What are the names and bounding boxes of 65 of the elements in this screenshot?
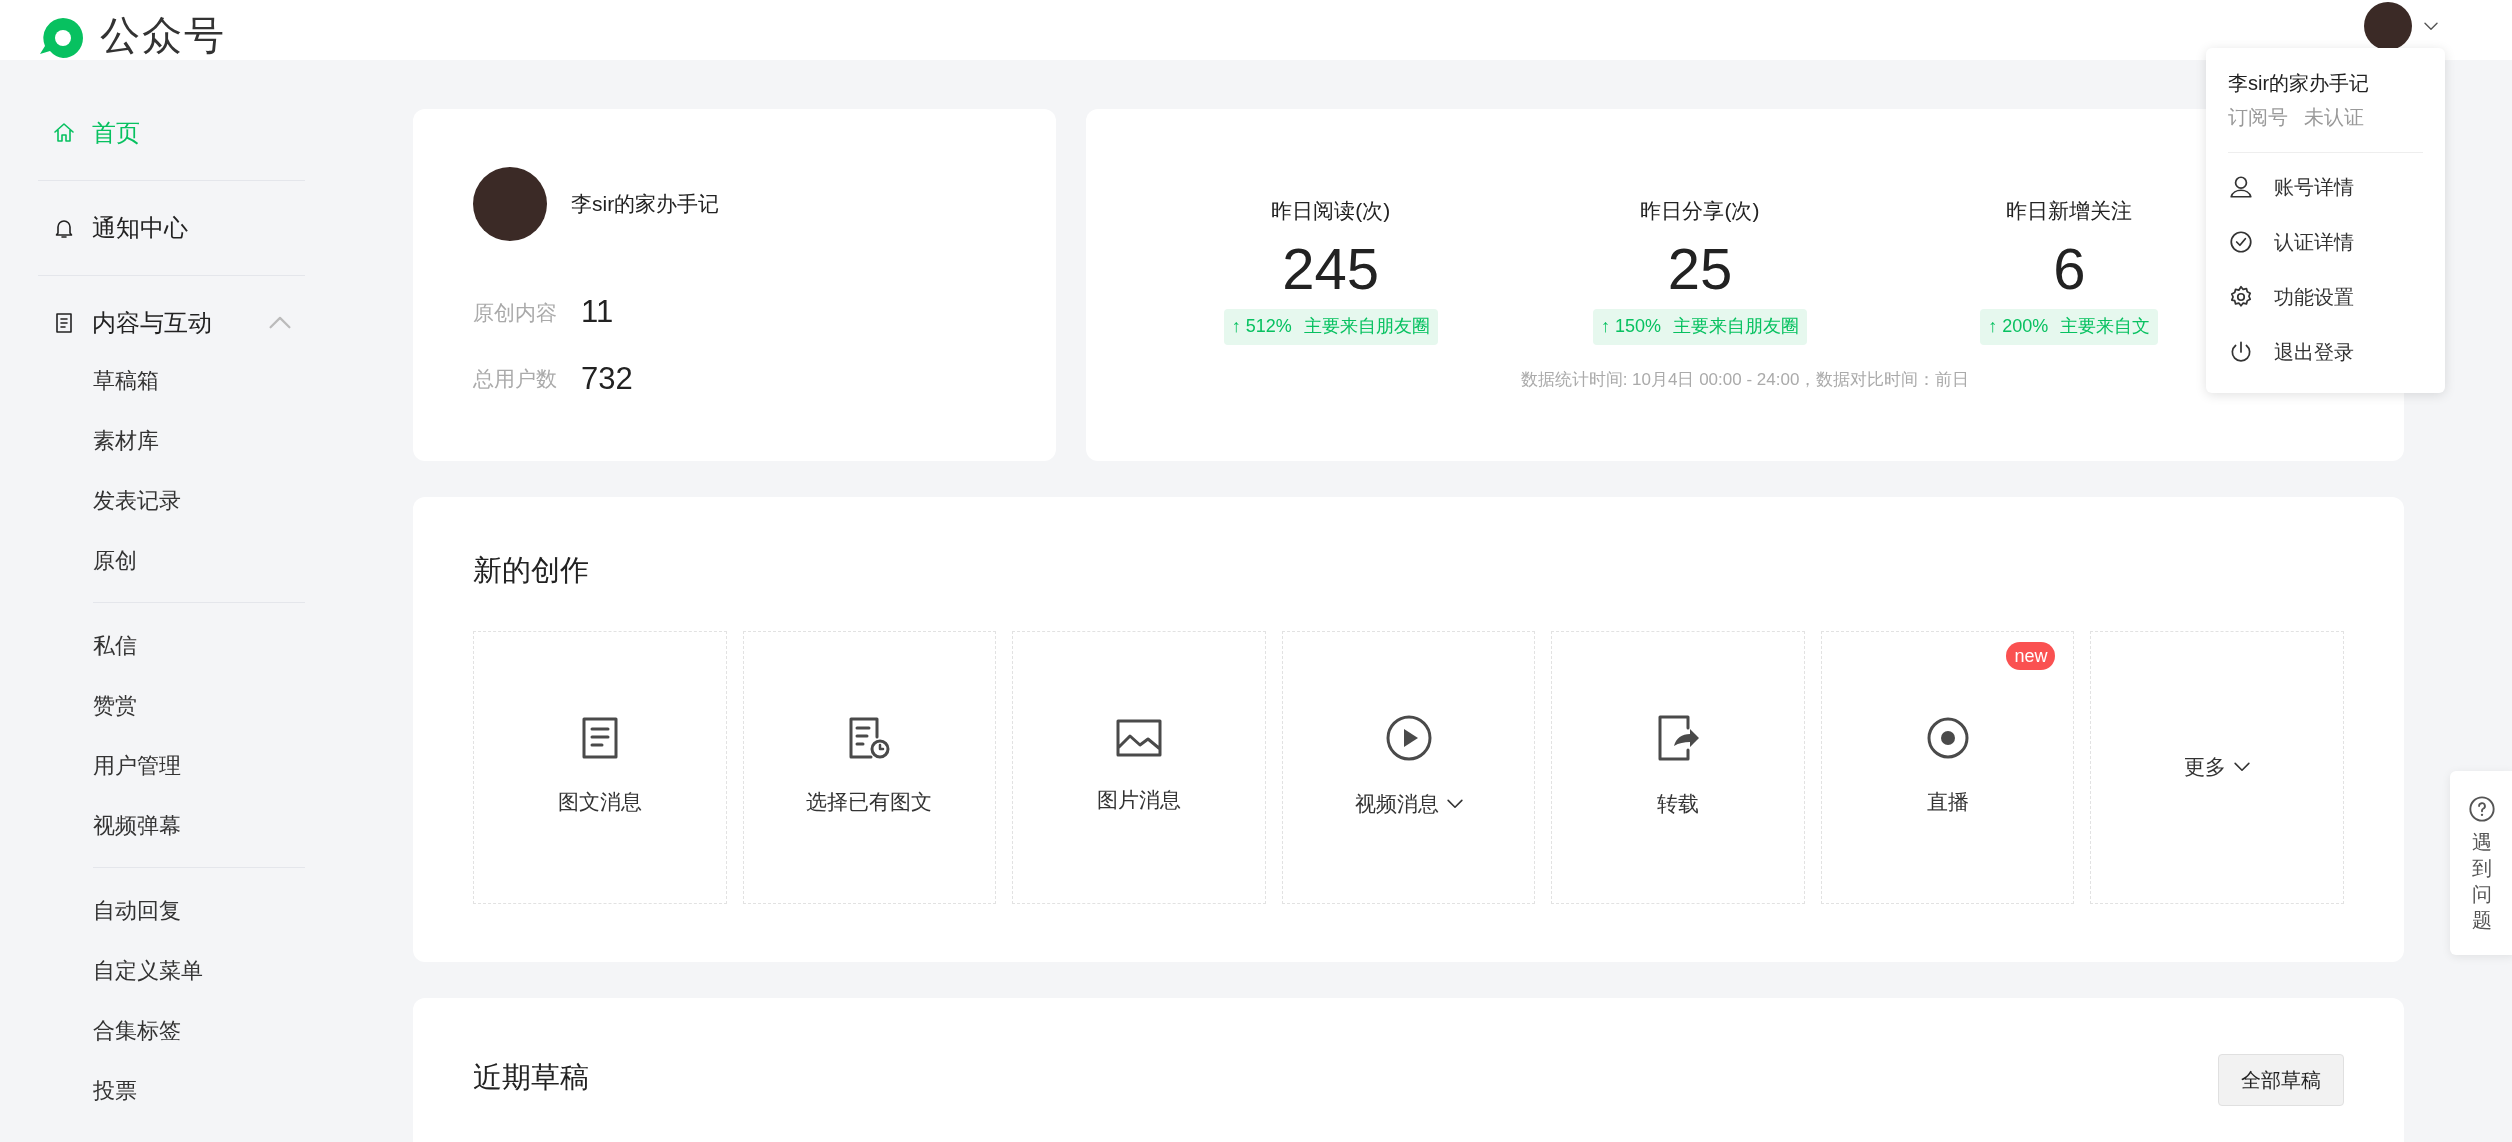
menu-item[interactable]: 账号详情	[2228, 159, 2423, 214]
sidebar-subitem[interactable]: 素材库	[93, 410, 305, 470]
metric-label: 昨日分享(次)	[1640, 198, 1760, 224]
creation-tile[interactable]: 更多	[2090, 630, 2345, 904]
chevron-down-icon	[1446, 799, 1463, 809]
check-circle-icon	[2228, 228, 2254, 255]
sidebar-subitem[interactable]: 视频弹幕	[93, 795, 305, 855]
metric-label: 昨日阅读(次)	[1271, 198, 1391, 224]
section-title: 新的创作	[473, 553, 590, 588]
trend-source: 主要来自朋友圈	[1303, 315, 1430, 338]
metric-value: 245	[1282, 234, 1380, 303]
home-icon	[52, 121, 76, 145]
account-switcher[interactable]	[2364, 2, 2438, 50]
document-clock-icon	[847, 716, 892, 761]
stat-label: 原创内容	[473, 299, 557, 326]
trend-source: 主要来自文	[2060, 315, 2151, 338]
metric-label: 昨日新增关注	[2006, 198, 2133, 224]
help-icon	[2468, 795, 2496, 823]
menu-account-name: 李sir的家办手记	[2228, 71, 2371, 96]
user-icon	[2228, 173, 2254, 200]
menu-item[interactable]: 退出登录	[2228, 324, 2423, 379]
stats-note: 数据统计时间: 10月4日 00:00 - 24:00，数据对比时间：前日	[1520, 368, 1970, 391]
section-title: 近期草稿	[473, 1059, 589, 1095]
account-name: 李sir的家办手记	[571, 191, 720, 218]
share-icon	[1656, 714, 1701, 763]
trend-source: 主要来自朋友圈	[1673, 315, 1799, 338]
help-tab[interactable]: 遇到问题	[2450, 771, 2512, 955]
metric-value: 25	[1667, 234, 1733, 303]
sidebar-subitem[interactable]: 投票	[93, 1060, 305, 1120]
account-type: 订阅号	[2228, 105, 2288, 130]
all-drafts-button[interactable]: 全部草稿	[2218, 1053, 2344, 1106]
sidebar-subitem[interactable]: 自动回复	[93, 880, 305, 940]
trend-change: ↑ 200%	[1988, 315, 2049, 338]
stat-value: 732	[581, 359, 633, 398]
sidebar-subitem[interactable]: 用户管理	[93, 735, 305, 795]
trend-change: ↑ 150%	[1600, 315, 1661, 338]
creation-tile[interactable]: 选择已有图文	[742, 630, 997, 904]
menu-item[interactable]: 认证详情	[2228, 214, 2423, 269]
record-icon	[1925, 716, 1970, 761]
sidebar-subitem[interactable]: 赞赏	[93, 675, 305, 735]
sidebar-item[interactable]: 通知中心	[38, 181, 305, 275]
avatar-photo	[2364, 2, 2412, 50]
creation-tile[interactable]: 图文消息	[473, 630, 727, 904]
stat-label: 总用户数	[473, 366, 557, 392]
new-badge: new	[2006, 641, 2056, 670]
stat-value: 11	[581, 293, 614, 331]
sidebar-subitem[interactable]: 私信	[93, 615, 305, 675]
sidebar-subitem[interactable]: 原创	[93, 530, 305, 590]
play-icon	[1384, 714, 1433, 763]
creation-tile[interactable]: 图片消息	[1012, 630, 1266, 904]
chevron-up-icon	[269, 316, 291, 330]
sidebar-subitem[interactable]: 合集标签	[93, 1000, 305, 1060]
menu-item[interactable]: 功能设置	[2228, 269, 2423, 324]
image-icon	[1114, 718, 1163, 759]
metric-value: 6	[2053, 234, 2086, 303]
chevron-down-icon	[2234, 762, 2251, 772]
sidebar-subitem[interactable]: 自定义菜单	[93, 940, 305, 1000]
creation-tile[interactable]: 转载	[1551, 630, 1805, 904]
chevron-down-icon	[2424, 21, 2438, 31]
creation-tile[interactable]: 直播 new	[1820, 630, 2075, 904]
verification-status: 未认证	[2304, 105, 2364, 130]
sidebar-subitem[interactable]: 发表记录	[93, 470, 305, 530]
logo-text: 公众号	[100, 12, 226, 59]
trend-change: ↑ 512%	[1231, 315, 1292, 338]
creation-tile[interactable]: 视频消息	[1281, 630, 1536, 904]
